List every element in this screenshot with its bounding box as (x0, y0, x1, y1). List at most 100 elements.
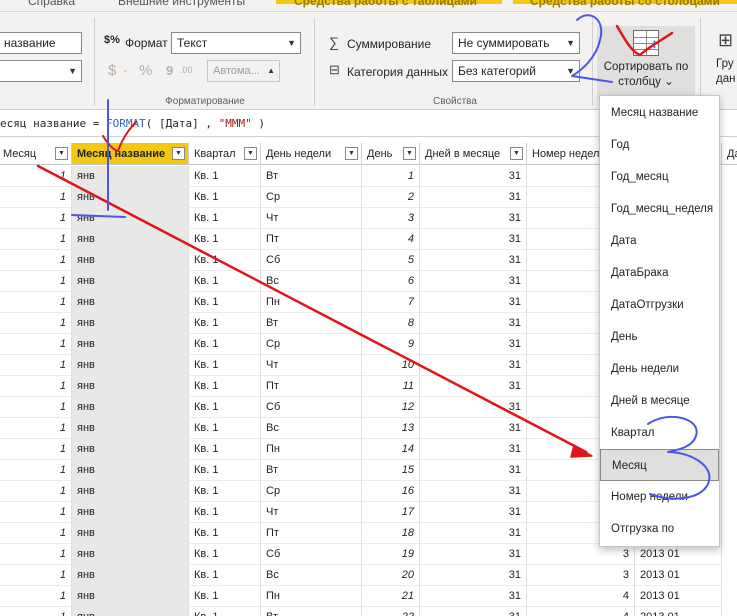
table-cell[interactable]: 31 (420, 460, 527, 481)
table-cell[interactable]: Кв. 1 (189, 586, 261, 607)
table-cell[interactable]: Кв. 1 (189, 334, 261, 355)
chevron-down-icon[interactable]: ⌄ (122, 65, 129, 74)
table-cell[interactable]: янв (72, 607, 189, 616)
data-category-dropdown[interactable]: Без категорий ▼ (452, 60, 580, 82)
table-cell[interactable]: 12 (362, 397, 420, 418)
decimal-places-input[interactable]: Автома... ▲ (207, 60, 280, 82)
column-header-weekday[interactable]: День недели ▼ (261, 143, 362, 165)
table-cell[interactable]: 8 (362, 313, 420, 334)
table-cell[interactable]: 31 (420, 334, 527, 355)
table-cell[interactable]: 31 (420, 271, 527, 292)
table-cell[interactable]: 4 (527, 607, 635, 616)
table-cell[interactable]: Кв. 1 (189, 418, 261, 439)
filter-dropdown-icon[interactable]: ▼ (510, 147, 523, 160)
table-cell[interactable]: Чт (261, 208, 362, 229)
table-cell[interactable]: 21 (362, 586, 420, 607)
table-cell[interactable]: 17 (362, 502, 420, 523)
table-cell[interactable]: 2013 01 (635, 544, 722, 565)
table-cell[interactable]: Кв. 1 (189, 187, 261, 208)
table-cell[interactable]: янв (72, 250, 189, 271)
table-cell[interactable]: Кв. 1 (189, 271, 261, 292)
sort-menu-item[interactable]: Год_месяц_неделя (600, 193, 719, 225)
table-cell[interactable]: Вт (261, 460, 362, 481)
table-cell[interactable]: 22 (362, 607, 420, 616)
tab-column-tools[interactable]: Средства работы со столбцами (530, 0, 720, 8)
column-header-day[interactable]: День ▼ (362, 143, 420, 165)
table-cell[interactable]: 1 (0, 523, 72, 544)
table-cell[interactable]: 31 (420, 292, 527, 313)
table-cell[interactable]: 15 (362, 460, 420, 481)
table-cell[interactable]: 31 (420, 187, 527, 208)
table-cell[interactable]: 1 (0, 439, 72, 460)
table-cell[interactable]: 1 (0, 208, 72, 229)
table-cell[interactable]: янв (72, 586, 189, 607)
table-cell[interactable]: Чт (261, 355, 362, 376)
table-cell[interactable]: 31 (420, 166, 527, 187)
sort-menu-item[interactable]: Месяц название (600, 97, 719, 129)
table-cell[interactable]: Кв. 1 (189, 607, 261, 616)
table-cell[interactable]: Ср (261, 481, 362, 502)
table-cell[interactable]: янв (72, 355, 189, 376)
table-cell[interactable]: 1 (0, 166, 72, 187)
sort-menu-item[interactable]: Номер недели (600, 481, 719, 513)
table-cell[interactable]: 20 (362, 565, 420, 586)
table-cell[interactable]: 31 (420, 565, 527, 586)
table-cell[interactable]: янв (72, 418, 189, 439)
table-cell[interactable]: 5 (362, 250, 420, 271)
table-cell[interactable]: 4 (362, 229, 420, 250)
table-cell[interactable]: янв (72, 313, 189, 334)
table-cell[interactable]: 1 (0, 481, 72, 502)
table-cell[interactable]: 4 (527, 586, 635, 607)
table-cell[interactable]: 1 (0, 565, 72, 586)
table-cell[interactable]: янв (72, 439, 189, 460)
table-cell[interactable]: 18 (362, 523, 420, 544)
sort-menu-item[interactable]: Дней в месяце (600, 385, 719, 417)
table-cell[interactable]: 31 (420, 607, 527, 616)
table-cell[interactable]: 1 (0, 502, 72, 523)
sort-menu-item[interactable]: День недели (600, 353, 719, 385)
column-name-input[interactable]: название (0, 32, 82, 54)
table-cell[interactable]: 1 (0, 250, 72, 271)
summarize-dropdown[interactable]: Не суммировать ▼ (452, 32, 580, 54)
table-cell[interactable]: 1 (0, 544, 72, 565)
table-cell[interactable]: 31 (420, 481, 527, 502)
table-cell[interactable]: Кв. 1 (189, 397, 261, 418)
table-cell[interactable]: 3 (527, 565, 635, 586)
table-cell[interactable]: 1 (0, 229, 72, 250)
table-cell[interactable]: 31 (420, 544, 527, 565)
table-cell[interactable]: Пт (261, 523, 362, 544)
table-cell[interactable]: Сб (261, 250, 362, 271)
table-cell[interactable]: 1 (0, 292, 72, 313)
data-groups-label-2[interactable]: дан (716, 73, 735, 85)
structure-dropdown[interactable]: ▼ (0, 60, 82, 82)
table-cell[interactable]: Вт (261, 166, 362, 187)
table-cell[interactable]: янв (72, 397, 189, 418)
table-cell[interactable]: 31 (420, 355, 527, 376)
table-cell[interactable]: Кв. 1 (189, 313, 261, 334)
tab-external-tools[interactable]: Внешние инструменты (118, 0, 245, 8)
table-cell[interactable]: 31 (420, 376, 527, 397)
table-cell[interactable]: 31 (420, 439, 527, 460)
table-cell[interactable]: 1 (0, 271, 72, 292)
table-cell[interactable]: 9 (362, 334, 420, 355)
table-cell[interactable]: 1 (0, 460, 72, 481)
data-groups-icon[interactable]: ⊞ (718, 30, 733, 51)
table-cell[interactable]: 31 (420, 397, 527, 418)
table-cell[interactable]: Ср (261, 187, 362, 208)
table-cell[interactable]: Кв. 1 (189, 166, 261, 187)
currency-icon[interactable]: $ (108, 62, 116, 79)
table-cell[interactable]: Кв. 1 (189, 439, 261, 460)
table-cell[interactable]: 2013 01 (635, 607, 722, 616)
table-cell[interactable]: Вт (261, 607, 362, 616)
column-header-month-name[interactable]: Месяц название ▼ (72, 143, 189, 165)
table-cell[interactable]: янв (72, 208, 189, 229)
filter-dropdown-icon[interactable]: ▼ (403, 147, 416, 160)
table-cell[interactable]: 3 (362, 208, 420, 229)
table-cell[interactable]: Вс (261, 418, 362, 439)
sort-menu-item[interactable]: ДатаБрака (600, 257, 719, 289)
table-cell[interactable]: 31 (420, 313, 527, 334)
table-cell[interactable]: 1 (0, 313, 72, 334)
table-cell[interactable]: Пн (261, 586, 362, 607)
table-cell[interactable]: 31 (420, 523, 527, 544)
table-cell[interactable]: 1 (0, 607, 72, 616)
